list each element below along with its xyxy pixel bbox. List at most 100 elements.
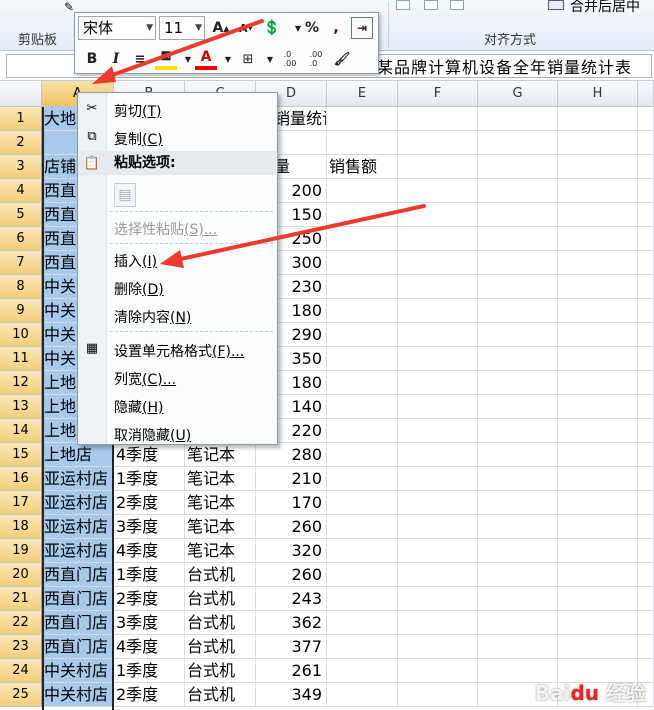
- cell-c[interactable]: 台式机: [185, 611, 256, 635]
- cell-g[interactable]: [478, 347, 558, 371]
- cell-e[interactable]: [327, 347, 398, 371]
- cell-a[interactable]: 西直门店: [42, 563, 114, 587]
- merge-center-button[interactable]: 合并后居中: [570, 0, 640, 16]
- cell-f[interactable]: [398, 611, 478, 635]
- cell-b[interactable]: 2季度: [114, 683, 185, 707]
- cell-i[interactable]: [638, 275, 654, 299]
- merge-icon[interactable]: ⇥: [351, 17, 373, 39]
- cell-i[interactable]: [638, 203, 654, 227]
- row-header[interactable]: 15: [0, 443, 42, 467]
- cell-d[interactable]: 280: [256, 443, 327, 467]
- cell-c[interactable]: 笔记本: [185, 467, 256, 491]
- cell-f[interactable]: [398, 635, 478, 659]
- row-header[interactable]: 22: [0, 611, 42, 635]
- cell-h[interactable]: [558, 515, 638, 539]
- cell-f[interactable]: [398, 467, 478, 491]
- chevron-down-icon[interactable]: ▼: [146, 17, 153, 39]
- cell-e[interactable]: [327, 539, 398, 563]
- cell-g[interactable]: [478, 467, 558, 491]
- cell-b[interactable]: 1季度: [114, 563, 185, 587]
- increase-decimal-button[interactable]: .0 .00: [279, 48, 301, 70]
- cell-d[interactable]: 260: [256, 515, 327, 539]
- cell-g[interactable]: [478, 275, 558, 299]
- cell-d[interactable]: 362: [256, 611, 327, 635]
- menu-item-column-width[interactable]: 列宽(C)...: [114, 369, 176, 389]
- cell-g[interactable]: [478, 611, 558, 635]
- row-header[interactable]: 16: [0, 467, 42, 491]
- cell-b[interactable]: 4季度: [114, 635, 185, 659]
- row-header[interactable]: 19: [0, 539, 42, 563]
- grow-font-button[interactable]: A ▲: [210, 17, 232, 39]
- align-center-icon[interactable]: [424, 0, 438, 10]
- row-header[interactable]: 17: [0, 491, 42, 515]
- cell-g[interactable]: [478, 635, 558, 659]
- cell-b[interactable]: 3季度: [114, 515, 185, 539]
- font-name-input[interactable]: 宋体 ▼: [78, 16, 156, 40]
- cell-e[interactable]: [327, 443, 398, 467]
- cell-h[interactable]: [558, 467, 638, 491]
- accounting-format-icon[interactable]: 💲: [261, 17, 283, 39]
- cell-g[interactable]: [478, 515, 558, 539]
- cell-c[interactable]: 台式机: [185, 563, 256, 587]
- cell-f[interactable]: [398, 347, 478, 371]
- cell-g[interactable]: [478, 587, 558, 611]
- cell-h[interactable]: [558, 347, 638, 371]
- cell-i[interactable]: [638, 323, 654, 347]
- cell-e[interactable]: [327, 491, 398, 515]
- cell-g[interactable]: [478, 539, 558, 563]
- cell-f[interactable]: [398, 203, 478, 227]
- cell-h[interactable]: [558, 419, 638, 443]
- cell-f[interactable]: [398, 515, 478, 539]
- cell-h[interactable]: [558, 227, 638, 251]
- cell-g[interactable]: [478, 203, 558, 227]
- cell-d[interactable]: 210: [256, 467, 327, 491]
- cell-i[interactable]: [638, 155, 654, 179]
- cell-f[interactable]: [398, 155, 478, 179]
- decrease-decimal-button[interactable]: .00 .0: [305, 48, 327, 70]
- select-all-corner[interactable]: [0, 81, 42, 107]
- percent-button[interactable]: %: [301, 17, 323, 39]
- cell-g[interactable]: [478, 299, 558, 323]
- cell-e[interactable]: [327, 515, 398, 539]
- cell-h[interactable]: [558, 251, 638, 275]
- menu-item-clear-contents[interactable]: 清除内容(N): [114, 307, 191, 327]
- cell-f[interactable]: [398, 371, 478, 395]
- paste-option-icon[interactable]: ▤: [114, 183, 136, 207]
- cell-e[interactable]: [327, 635, 398, 659]
- menu-item-paste-special[interactable]: 选择性粘贴(S)...: [114, 219, 217, 239]
- cell-i[interactable]: [638, 371, 654, 395]
- cell-h[interactable]: [558, 275, 638, 299]
- cell-a[interactable]: 西直门店: [42, 611, 114, 635]
- cell-g[interactable]: [478, 227, 558, 251]
- cell-e[interactable]: [327, 587, 398, 611]
- cell-i[interactable]: [638, 227, 654, 251]
- cell-f[interactable]: [398, 299, 478, 323]
- cell-g[interactable]: [478, 563, 558, 587]
- row-header[interactable]: 3: [0, 155, 42, 179]
- menu-item-copy[interactable]: 复制(C): [114, 129, 163, 149]
- cell-c[interactable]: 台式机: [185, 683, 256, 707]
- row-header[interactable]: 4: [0, 179, 42, 203]
- cell-e[interactable]: [327, 227, 398, 251]
- cell-h[interactable]: [558, 179, 638, 203]
- cell-g[interactable]: [478, 179, 558, 203]
- menu-item-delete[interactable]: 删除(D): [114, 279, 164, 299]
- cell-b[interactable]: 4季度: [114, 539, 185, 563]
- cell-c[interactable]: 笔记本: [185, 443, 256, 467]
- cell-a[interactable]: 亚运村店: [42, 539, 114, 563]
- cell-i[interactable]: [638, 395, 654, 419]
- cell-e[interactable]: [327, 371, 398, 395]
- row-header[interactable]: 21: [0, 587, 42, 611]
- row-header[interactable]: 24: [0, 659, 42, 683]
- row-header[interactable]: 13: [0, 395, 42, 419]
- cell-d[interactable]: 320: [256, 539, 327, 563]
- cell-d[interactable]: 260: [256, 563, 327, 587]
- cell-a[interactable]: 西直门店: [42, 635, 114, 659]
- cell-h[interactable]: [558, 131, 638, 155]
- cell-a[interactable]: 中关村店: [42, 683, 114, 707]
- cell-e[interactable]: [327, 275, 398, 299]
- cell-h[interactable]: [558, 635, 638, 659]
- cell-g[interactable]: [478, 251, 558, 275]
- align-left-icon[interactable]: [396, 0, 410, 10]
- cell-f[interactable]: [398, 539, 478, 563]
